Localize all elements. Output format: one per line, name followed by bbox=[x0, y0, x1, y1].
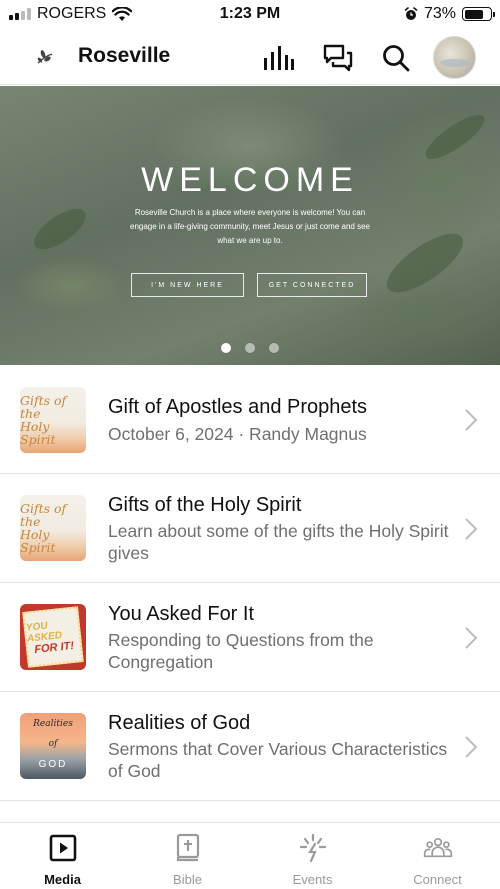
people-icon bbox=[423, 833, 453, 863]
tab-label: Events bbox=[292, 872, 333, 887]
hero-leaf-decoration bbox=[27, 201, 93, 257]
hero-leaf-decoration bbox=[378, 223, 472, 303]
series-thumbnail: Gifts of the Holy Spirit bbox=[20, 495, 86, 561]
list-item[interactable]: Realities of GOD Realities of God Sermon… bbox=[0, 692, 500, 801]
play-square-icon bbox=[48, 833, 78, 863]
chevron-right-icon bbox=[465, 627, 478, 649]
tab-label: Bible bbox=[173, 872, 202, 887]
carousel-dot[interactable] bbox=[221, 343, 231, 353]
item-subtitle: Responding to Questions from the Congreg… bbox=[108, 630, 374, 672]
avatar[interactable] bbox=[433, 36, 476, 79]
battery-percent: 73% bbox=[423, 5, 456, 22]
tab-label: Media bbox=[44, 872, 81, 887]
hero-banner[interactable]: WELCOME Roseville Church is a place wher… bbox=[0, 86, 500, 365]
list-item[interactable]: Gifts of the Holy Spirit Gift of Apostle… bbox=[0, 365, 500, 474]
app-header: Roseville bbox=[0, 30, 500, 85]
thumbnail-text: GOD bbox=[38, 759, 68, 770]
search-icon[interactable] bbox=[380, 42, 412, 74]
item-title: Realities of God bbox=[108, 712, 251, 734]
get-connected-button[interactable]: GET CONNECTED bbox=[257, 273, 367, 297]
series-thumbnail: Realities of GOD bbox=[20, 713, 86, 779]
item-subtitle: Sermons that Cover Various Characteristi… bbox=[108, 739, 448, 781]
thumbnail-text: of bbox=[48, 739, 58, 749]
battery-icon bbox=[462, 7, 495, 21]
item-title: Gifts of the Holy Spirit bbox=[108, 494, 302, 516]
chevron-right-icon bbox=[465, 409, 478, 431]
hero-subtitle: Roseville Church is a place where everyo… bbox=[130, 208, 370, 245]
chat-icon[interactable] bbox=[322, 42, 354, 74]
hero-leaf-decoration bbox=[420, 107, 490, 167]
series-thumbnail: Gifts of the Holy Spirit bbox=[20, 387, 86, 453]
thumbnail-text: Gifts of the bbox=[20, 393, 67, 421]
carousel-dots[interactable] bbox=[0, 343, 500, 353]
app-title: Roseville bbox=[78, 44, 171, 67]
status-right: 73% bbox=[404, 5, 495, 23]
tab-label: Connect bbox=[413, 872, 462, 887]
thumbnail-text: Gifts of the bbox=[20, 501, 67, 529]
alarm-icon bbox=[404, 7, 418, 20]
series-thumbnail: YOU ASKED FOR IT! bbox=[20, 604, 86, 670]
media-list: Gifts of the Holy Spirit Gift of Apostle… bbox=[0, 365, 500, 801]
hero-title: WELCOME bbox=[141, 161, 359, 199]
thumbnail-text: Holy Spirit bbox=[20, 419, 56, 447]
tab-bar: Media Bible Events Connect bbox=[0, 822, 500, 889]
im-new-here-button[interactable]: I'M NEW HERE bbox=[131, 273, 244, 297]
chevron-right-icon bbox=[465, 518, 478, 540]
carousel-dot[interactable] bbox=[245, 343, 255, 353]
thumbnail-text: Realities bbox=[33, 719, 73, 729]
list-item[interactable]: Gifts of the Holy Spirit Gifts of the Ho… bbox=[0, 474, 500, 583]
events-star-icon bbox=[298, 833, 328, 863]
thumbnail-text: Holy Spirit bbox=[20, 527, 56, 555]
audio-bars-icon[interactable] bbox=[262, 42, 294, 74]
list-item[interactable]: YOU ASKED FOR IT! You Asked For It Respo… bbox=[0, 583, 500, 692]
item-subtitle: October 6, 2024 · Randy Magnus bbox=[108, 424, 367, 444]
item-title: Gift of Apostles and Prophets bbox=[108, 396, 368, 418]
status-bar: ROGERS 1:23 PM 73% bbox=[0, 0, 500, 30]
chevron-right-icon bbox=[465, 736, 478, 758]
tab-media[interactable]: Media bbox=[0, 823, 125, 889]
tab-bible[interactable]: Bible bbox=[125, 823, 250, 889]
church-logo-icon[interactable] bbox=[35, 46, 55, 66]
bible-icon bbox=[173, 833, 203, 863]
item-subtitle: Learn about some of the gifts the Holy S… bbox=[108, 521, 449, 563]
item-title: You Asked For It bbox=[108, 603, 255, 625]
tab-events[interactable]: Events bbox=[250, 823, 375, 889]
carousel-dot[interactable] bbox=[269, 343, 279, 353]
tab-connect[interactable]: Connect bbox=[375, 823, 500, 889]
